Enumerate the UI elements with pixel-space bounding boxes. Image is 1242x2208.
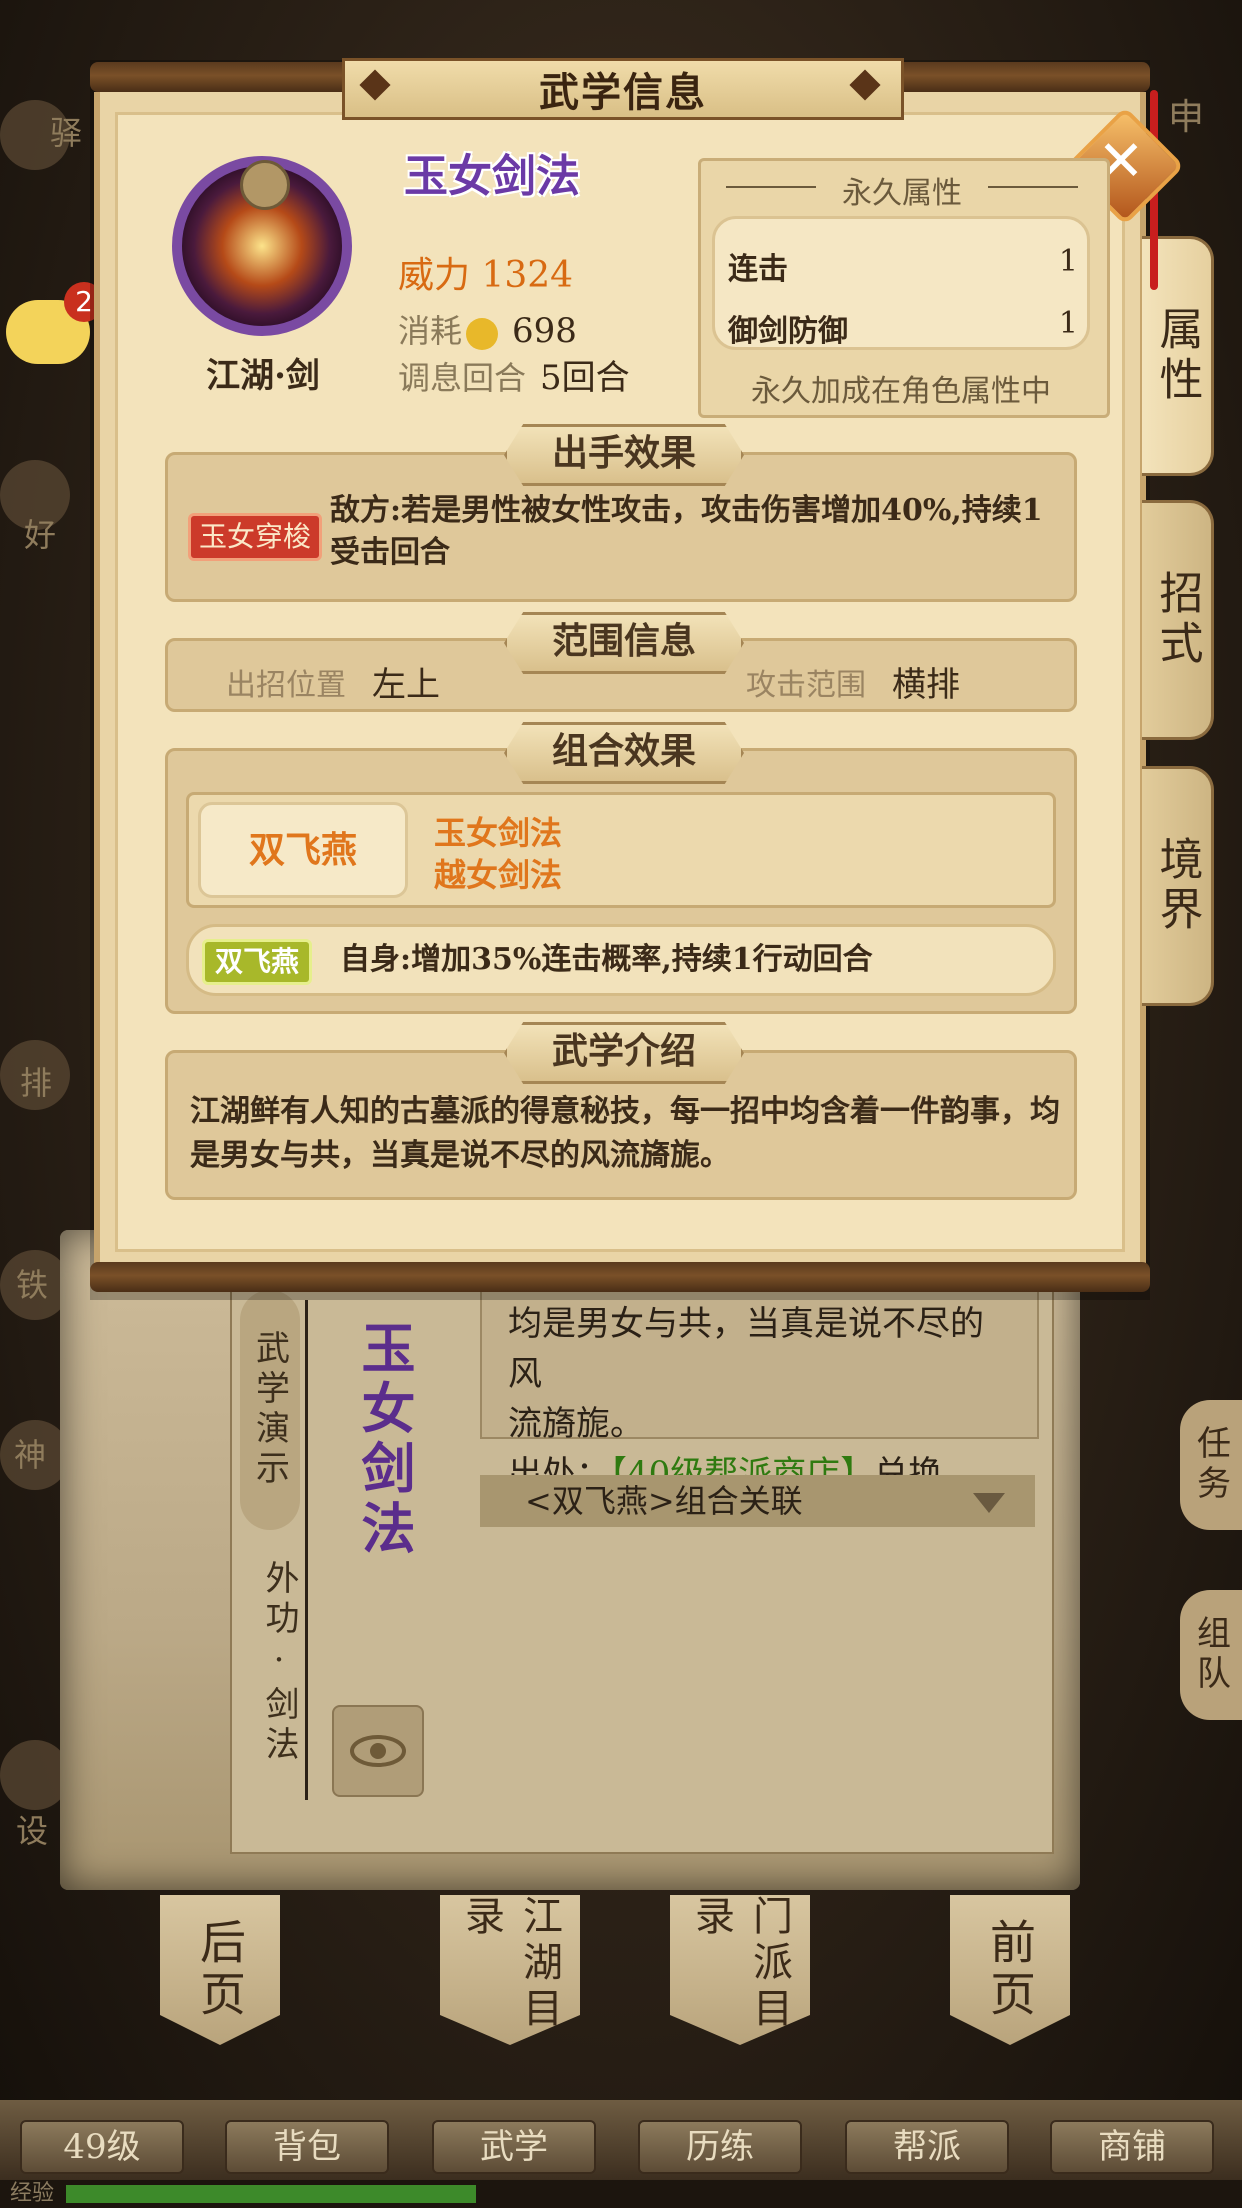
tab-moves[interactable]: 招式 (1142, 500, 1214, 740)
intro-title: 武学介绍 (504, 1022, 744, 1084)
effect-tag: 玉女穿梭 (188, 513, 323, 561)
nav-level[interactable]: 49级 (20, 2120, 184, 2174)
combo-link-label: <双飞燕>组合关联 (525, 1482, 803, 1520)
left-menu-label: 神 (14, 1436, 47, 1474)
skill-type-label: 外功·剑法 (259, 1560, 299, 1766)
next-page-banner[interactable]: 前页 (950, 1895, 1070, 2045)
permanent-row: 连击 1 (728, 244, 1078, 288)
eye-icon[interactable] (332, 1705, 424, 1797)
left-menu-label: 好 (24, 516, 57, 554)
avatar-label: 江湖·剑 (206, 356, 320, 396)
nav-bag[interactable]: 背包 (225, 2120, 389, 2174)
dialog-title-plaque: 武学信息 (342, 58, 904, 120)
combo-link-dropdown[interactable]: <双飞燕>组合关联 (480, 1475, 1035, 1527)
attr-name: 御剑防御 (728, 314, 848, 349)
book-skill-name: 玉女剑法 (352, 1320, 416, 1560)
cost-label: 消耗 (398, 312, 463, 350)
power-label: 威力 (398, 255, 471, 296)
intro-text: 江湖鲜有人知的古墓派的得意秘技，每一招中均含着一件韵事，均是男女与共，当真是说不… (190, 1094, 1060, 1173)
left-menu-label: 排 (20, 1064, 53, 1102)
top-right-label[interactable]: 申 (1168, 88, 1204, 140)
exp-fill (66, 2185, 476, 2203)
desc-line: 均是男女与共，当真是说不尽的风 (508, 1304, 984, 1394)
skill-demo-button[interactable]: 武学演示 (240, 1290, 300, 1530)
permanent-footer: 永久加成在角色属性中 (751, 374, 1051, 409)
combo-skill: 玉女剑法 (434, 814, 563, 852)
left-menu-label: 铁 (16, 1266, 49, 1304)
combo-badge: 双飞燕 (198, 802, 408, 898)
avatar-level-icon (240, 160, 290, 210)
chevron-down-icon (973, 1493, 1005, 1513)
team-button[interactable]: 组队 (1180, 1590, 1242, 1720)
range-title: 范围信息 (504, 612, 744, 674)
nav-guild[interactable]: 帮派 (845, 2120, 1009, 2174)
area-value: 横排 (892, 665, 960, 705)
prev-page-banner[interactable]: 后页 (160, 1895, 280, 2045)
area-label: 攻击范围 (746, 668, 866, 703)
recover-value: 5回合 (540, 358, 630, 398)
task-button[interactable]: 任务 (1180, 1400, 1242, 1530)
attr-name: 连击 (728, 252, 788, 287)
jianghu-catalog-banner[interactable]: 江湖目录 (440, 1895, 580, 2045)
power-stat: 威力 1324 (398, 246, 573, 298)
cost-value: 698 (512, 311, 577, 351)
combo-effect-text: 自身:增加35%连击概率,持续1行动回合 (340, 942, 873, 977)
coin-icon (466, 317, 499, 350)
attr-value: 1 (1058, 244, 1078, 279)
combo-skill: 越女剑法 (434, 856, 563, 894)
combo-tag: 双飞燕 (202, 939, 313, 985)
position-value: 左上 (372, 665, 440, 705)
skill-name: 玉女剑法 (404, 151, 580, 202)
effect-text: 敌方:若是男性被女性攻击，攻击伤害增加40%,持续1受击回合 (330, 493, 1043, 570)
power-value: 1324 (481, 255, 574, 296)
left-menu-label: 设 (16, 1812, 49, 1850)
recover-label: 调息回合 (398, 359, 527, 397)
cost-stat: 消耗 698 (398, 306, 577, 352)
tab-realm[interactable]: 境界 (1142, 766, 1214, 1006)
desc-line: 流旖旎。 (508, 1404, 644, 1444)
nav-martial-arts[interactable]: 武学 (432, 2120, 596, 2174)
permanent-title: 永久属性 (842, 176, 962, 211)
left-menu-label: 驿 (50, 114, 83, 152)
divider (305, 1300, 308, 1800)
position-label: 出招位置 (226, 668, 346, 703)
exp-label: 经验 (10, 2181, 55, 2206)
permanent-row: 御剑防御 1 (728, 306, 1078, 350)
nav-shop[interactable]: 商铺 (1050, 2120, 1214, 2174)
effect-title: 出手效果 (504, 424, 744, 486)
nav-training[interactable]: 历练 (638, 2120, 802, 2174)
combo-title: 组合效果 (504, 722, 744, 784)
scroll-bottom-rod (90, 1262, 1150, 1292)
book-description: 均是男女与共，当真是说不尽的风 流旖旎。 出处：【40级帮派商店】兑换 (480, 1285, 1039, 1494)
sect-catalog-banner[interactable]: 门派目录 (670, 1895, 810, 2045)
recover-stat: 调息回合 5回合 (398, 350, 630, 399)
dialog-title: 武学信息 (539, 69, 707, 116)
attr-value: 1 (1058, 306, 1078, 341)
